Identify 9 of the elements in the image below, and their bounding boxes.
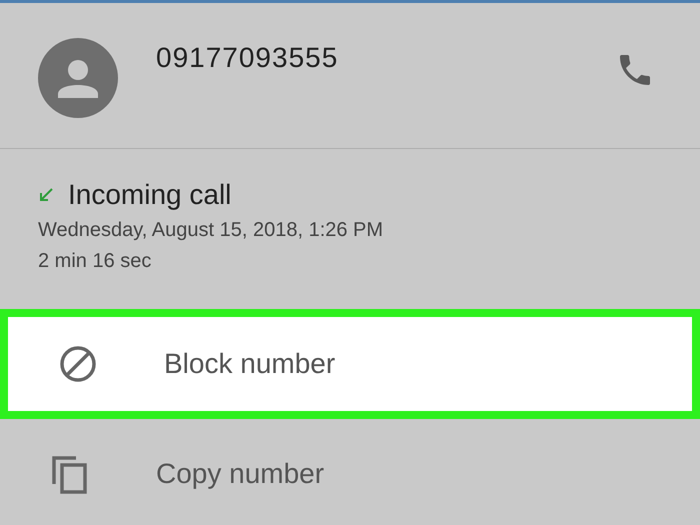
avatar-icon [38, 38, 118, 118]
call-duration: 2 min 16 sec [38, 250, 152, 273]
block-number-item[interactable]: Block number [0, 309, 700, 419]
phone-number: 09177093555 [156, 42, 340, 74]
call-date: Wednesday, August 15, 2018, 1:26 PM [38, 219, 384, 242]
call-type: Incoming call [68, 179, 232, 211]
copy-number-item[interactable]: Copy number [0, 419, 700, 525]
block-icon [58, 344, 98, 384]
incoming-arrow-icon [38, 187, 54, 203]
